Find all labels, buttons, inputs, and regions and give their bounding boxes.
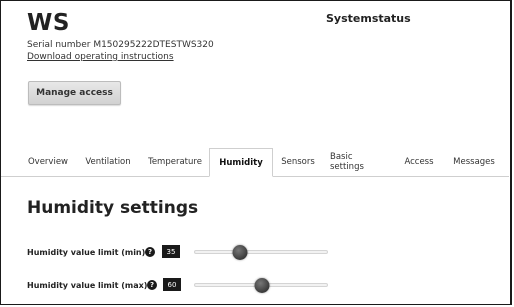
device-title: WS xyxy=(27,10,70,36)
question-circle-icon[interactable]: ? xyxy=(147,280,157,290)
humidity-max-label: Humidity value limit (max) xyxy=(27,281,148,290)
humidity-min-slider[interactable] xyxy=(194,245,328,260)
slider-track xyxy=(194,250,328,254)
manage-access-button[interactable]: Manage access xyxy=(28,81,121,105)
download-instructions-link[interactable]: Download operating instructions xyxy=(27,52,174,62)
system-status-title: Systemstatus xyxy=(326,12,411,25)
tab-overview[interactable]: Overview xyxy=(28,148,68,176)
humidity-max-value: 60 xyxy=(163,278,181,291)
tab-basic-settings[interactable]: Basic settings xyxy=(330,148,388,176)
tab-bar: Overview Ventilation Temperature Humidit… xyxy=(1,148,509,177)
slider-thumb[interactable] xyxy=(254,278,270,293)
tab-ventilation[interactable]: Ventilation xyxy=(84,148,132,176)
serial-number: Serial number M150295222DTESTWS320 xyxy=(27,40,214,50)
tab-humidity[interactable]: Humidity xyxy=(209,148,273,177)
question-circle-icon[interactable]: ? xyxy=(145,247,155,257)
section-title: Humidity settings xyxy=(27,198,199,218)
tab-messages[interactable]: Messages xyxy=(452,148,496,176)
humidity-min-value: 35 xyxy=(162,245,180,258)
slider-thumb[interactable] xyxy=(232,245,248,260)
humidity-min-label: Humidity value limit (min) xyxy=(27,248,146,257)
tab-sensors[interactable]: Sensors xyxy=(281,148,315,176)
humidity-max-slider[interactable] xyxy=(194,278,328,293)
tab-temperature[interactable]: Temperature xyxy=(147,148,203,176)
tab-access[interactable]: Access xyxy=(404,148,434,176)
